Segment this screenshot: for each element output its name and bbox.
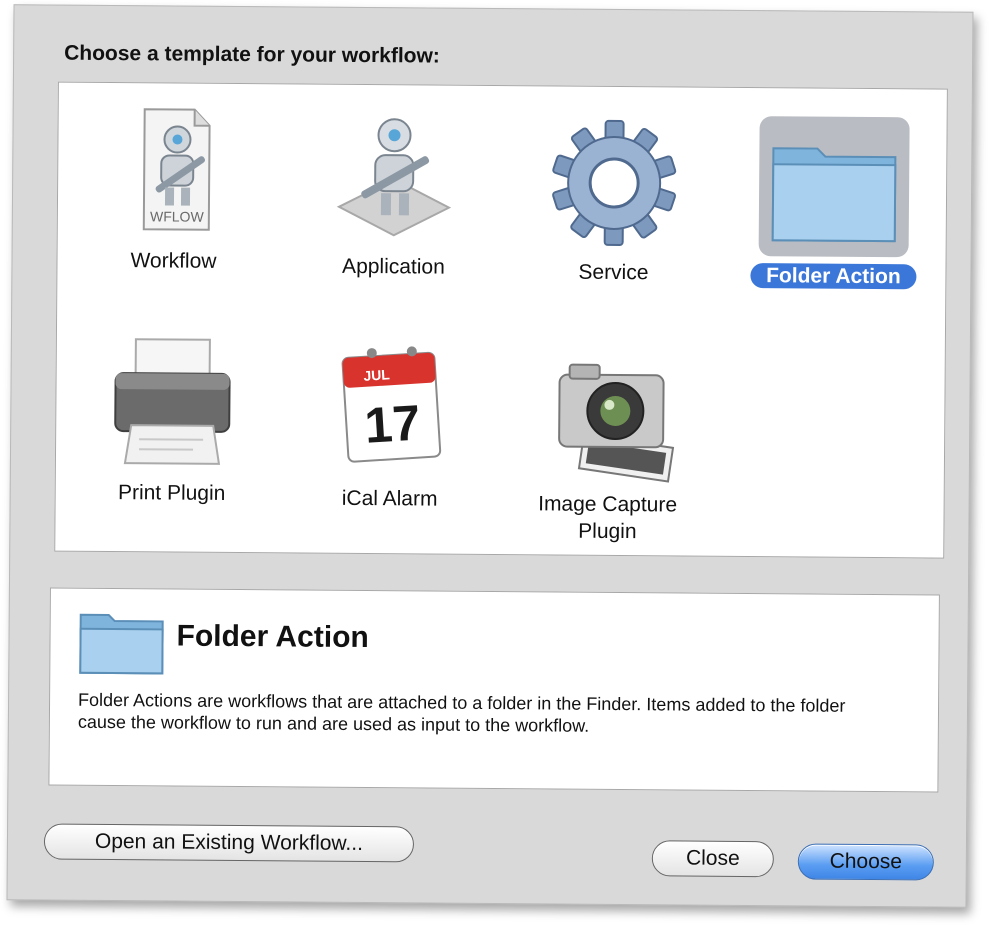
camera-icon: [533, 344, 684, 485]
template-label: Application: [342, 254, 445, 279]
automator-robot-icon: [319, 107, 470, 248]
workflow-document-icon: WFLOW: [99, 101, 250, 242]
prompt-label: Choose a template for your workflow:: [64, 41, 440, 68]
open-existing-workflow-button[interactable]: Open an Existing Workflow...: [43, 823, 415, 863]
template-ical-alarm[interactable]: JUL 17 iCal Alarm: [290, 338, 491, 513]
template-grid: WFLOW Workflow Application Service Folde…: [54, 81, 948, 559]
calendar-month: JUL: [363, 366, 391, 384]
description-title: Folder Action: [176, 619, 369, 655]
description-panel: Folder Action Folder Actions are workflo…: [48, 587, 940, 793]
template-label: Folder Action: [750, 263, 917, 290]
close-button[interactable]: Close: [651, 840, 774, 878]
gear-icon: [539, 112, 690, 253]
wflow-badge: WFLOW: [150, 208, 205, 224]
template-print-plugin[interactable]: Print Plugin: [72, 333, 273, 508]
template-label: Service: [578, 260, 649, 285]
folder-icon: [758, 116, 910, 258]
template-image-capture-plugin[interactable]: Image Capture Plugin: [507, 344, 709, 546]
template-service[interactable]: Service: [513, 112, 714, 287]
template-workflow[interactable]: WFLOW Workflow: [73, 101, 274, 276]
choose-button[interactable]: Choose: [797, 843, 934, 881]
template-label: Image Capture Plugin: [538, 492, 678, 544]
template-chooser-dialog: Choose a template for your workflow: WFL…: [6, 4, 974, 908]
description-text: Folder Actions are workflows that are at…: [77, 689, 846, 736]
template-label: Workflow: [130, 249, 217, 273]
template-label: Print Plugin: [117, 481, 226, 505]
template-folder-action[interactable]: Folder Action: [733, 116, 934, 291]
calendar-day: 17: [363, 395, 422, 454]
printer-icon: [97, 333, 248, 474]
template-label: iCal Alarm: [341, 486, 438, 511]
ical-calendar-icon: JUL 17: [315, 339, 466, 480]
template-application[interactable]: Application: [293, 106, 494, 281]
folder-icon: [79, 613, 164, 675]
